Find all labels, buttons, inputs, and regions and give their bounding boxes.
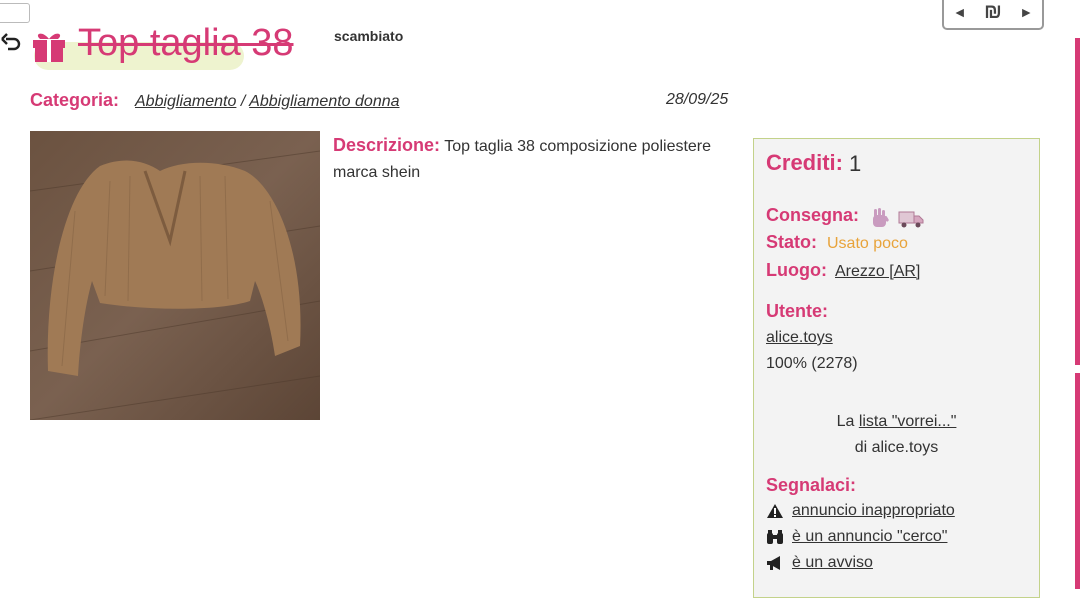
listing-date: 28/09/25 [666,91,729,108]
location-label: Luogo: [766,260,827,280]
breadcrumb-separator: / [240,93,246,110]
condition-value: Usato poco [827,235,908,252]
breadcrumb: Abbigliamento / Abbigliamento donna [135,93,400,111]
report-wanted[interactable]: è un annuncio "cerco" [766,528,947,546]
scrollbar[interactable] [1075,38,1080,589]
status-badge: scambiato [334,28,404,44]
navigation-box: ◄ ₪ ► [942,0,1044,30]
listing-title: Top taglia 38 [78,22,294,64]
truck-shipping-icon [898,211,924,228]
wishlist-block: La lista "vorrei..." di alice.toys [754,409,1039,461]
delivery-label: Consegna: [766,205,860,225]
binoculars-icon [767,530,783,544]
location-link[interactable]: Arezzo [AR] [835,263,920,281]
report-notice-link[interactable]: è un avviso [792,554,873,572]
next-arrow-icon[interactable]: ► [1019,4,1033,20]
currency-icon[interactable]: ₪ [984,1,1002,24]
report-wanted-link[interactable]: è un annuncio "cerco" [792,528,947,546]
warning-icon [767,504,783,518]
megaphone-icon [767,556,780,570]
user-label: Utente: [766,301,828,321]
search-input[interactable] [0,3,30,23]
category-link[interactable]: Abbigliamento [135,93,236,110]
hand-delivery-icon [873,208,889,227]
report-notice[interactable]: è un avviso [766,554,873,572]
category-label: Categoria: [30,90,120,110]
undo-icon[interactable] [0,32,22,54]
subcategory-link[interactable]: Abbigliamento donna [249,93,399,110]
info-panel: Crediti: 1 Consegna: Stato: Usato poco L… [753,138,1040,598]
report-inappropriate-link[interactable]: annuncio inappropriato [792,502,955,520]
report-label: Segnalaci: [766,475,857,495]
gift-icon [33,33,65,62]
product-photo[interactable] [30,131,320,420]
user-feedback: 100% (2278) [766,355,858,372]
description-label: Descrizione: [333,135,441,155]
scrollbar-gap [1075,365,1080,373]
report-inappropriate[interactable]: annuncio inappropriato [766,502,955,520]
condition-label: Stato: [766,232,817,252]
wishlist-suffix: di alice.toys [854,439,939,456]
credits-value: 1 [849,151,862,176]
wishlist-link[interactable]: lista "vorrei..." [859,413,957,430]
description: Descrizione: Top taglia 38 composizione … [333,132,733,186]
credits-label: Crediti: [766,150,843,175]
wishlist-prefix: La [836,413,855,430]
prev-arrow-icon[interactable]: ◄ [953,4,967,20]
user-link[interactable]: alice.toys [766,329,833,347]
